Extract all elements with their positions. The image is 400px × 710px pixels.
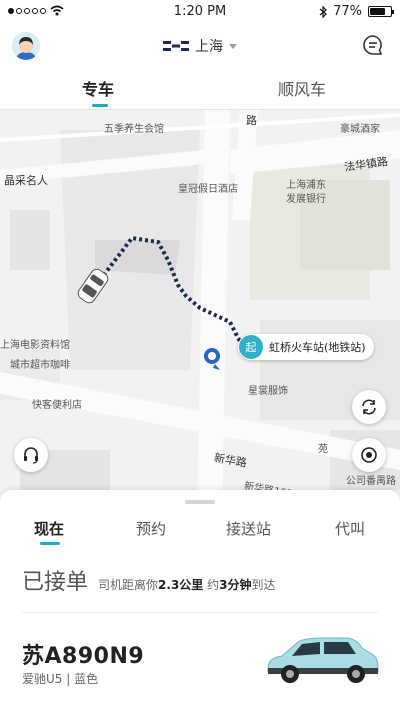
location-marker-icon [204, 348, 220, 370]
map-label: 上海电影资料馆 [0, 340, 70, 351]
map-view[interactable]: 五季养生会馆 皇冠假日酒店 上海浦东 发展银行 晶采名人 法华镇路 豪城酒家 路… [0, 110, 400, 510]
divider [22, 612, 378, 613]
map-label: 城市超市咖啡 [10, 360, 70, 371]
driver-eta: 3分钟 [219, 578, 252, 592]
pickup-badge: 起 [239, 335, 263, 359]
headset-icon [24, 447, 38, 464]
map-label: 皇冠假日酒店 [178, 184, 238, 195]
app-header: 上海 [0, 28, 400, 64]
bluetooth-icon [319, 5, 327, 18]
map-label: 星裳服饰 [248, 386, 288, 397]
city-selector[interactable]: 上海 [0, 36, 400, 56]
status-right: 77% [319, 4, 394, 19]
map-label: 快客便利店 [32, 400, 82, 411]
customer-service-button[interactable] [14, 438, 48, 472]
status-bar: 1:20 PM 77% [0, 0, 400, 24]
tab-underline [40, 542, 60, 545]
tab-zhuanche[interactable]: 专车 [82, 76, 115, 107]
pickup-point-label[interactable]: 起 虹桥火车站(地铁站) [238, 334, 374, 360]
map-label: 苑 [318, 444, 328, 455]
car-info-separator: | [62, 672, 75, 686]
tab-reserve-label: 预约 [136, 520, 167, 538]
car-color: 蓝色 [74, 672, 99, 686]
chat-bubble-icon [363, 35, 383, 55]
order-sheet: 现在 预约 接送站 代叫 已接单 司机距离你2.3公里 约3分钟到达 苏A890… [0, 490, 400, 710]
battery-icon [368, 6, 394, 17]
city-name: 上海 [195, 39, 223, 55]
map-label: 上海浦东 [286, 180, 326, 191]
map-label: 晶采名人 [4, 174, 48, 187]
eta-mid: 约 [203, 578, 220, 592]
tab-shunfengche[interactable]: 顺风车 [278, 76, 326, 100]
tab-reserve[interactable]: 预约 [136, 518, 166, 539]
map-label: 五季养生会馆 [104, 124, 164, 135]
tab-underline [92, 104, 108, 107]
tab-airport-transfer[interactable]: 接送站 [226, 518, 271, 539]
order-status: 已接单 [22, 570, 89, 595]
locate-icon [361, 447, 377, 463]
driver-distance: 2.3公里 [158, 578, 204, 592]
map-background [0, 110, 400, 510]
top-tabs: 专车 顺风车 [0, 68, 400, 110]
refresh-icon [362, 399, 376, 415]
tab-call-for-others[interactable]: 代叫 [335, 518, 365, 539]
map-label: 发展银行 [286, 194, 326, 205]
map-label: 公司番禺路 [346, 476, 396, 487]
tab-call-for-others-label: 代叫 [335, 520, 366, 538]
map-label: 豪城酒家 [340, 124, 380, 135]
refresh-button[interactable] [352, 390, 386, 424]
driver-eta-text: 司机距离你2.3公里 约3分钟到达 [98, 576, 275, 593]
car-info: 爱驰U5 | 蓝色 [22, 670, 98, 687]
car-image [267, 637, 379, 683]
eta-suffix: 到达 [251, 578, 276, 592]
eta-prefix: 司机距离你 [98, 578, 159, 592]
message-button[interactable] [362, 34, 384, 60]
order-status-row: 已接单 司机距离你2.3公里 约3分钟到达 [22, 564, 276, 596]
pickup-station-name: 虹桥火车站(地铁站) [269, 341, 366, 354]
battery-percent: 77% [333, 4, 362, 19]
locate-button[interactable] [352, 438, 386, 472]
tab-airport-transfer-label: 接送站 [226, 520, 272, 538]
map-label: 路 [246, 114, 257, 127]
brand-logo-icon [163, 41, 189, 51]
car-model: 爱驰U5 [22, 672, 63, 686]
service-tabs: 现在 预约 接送站 代叫 [0, 518, 400, 548]
chevron-down-icon [229, 43, 237, 49]
car-marker-icon [77, 268, 109, 304]
tab-zhuanche-label: 专车 [82, 80, 115, 99]
drag-handle[interactable] [185, 500, 215, 504]
license-plate: 苏A890N9 [22, 644, 145, 669]
tab-now-label: 现在 [34, 520, 65, 538]
tab-now[interactable]: 现在 [34, 518, 65, 545]
tab-shunfengche-label: 顺风车 [278, 80, 327, 99]
